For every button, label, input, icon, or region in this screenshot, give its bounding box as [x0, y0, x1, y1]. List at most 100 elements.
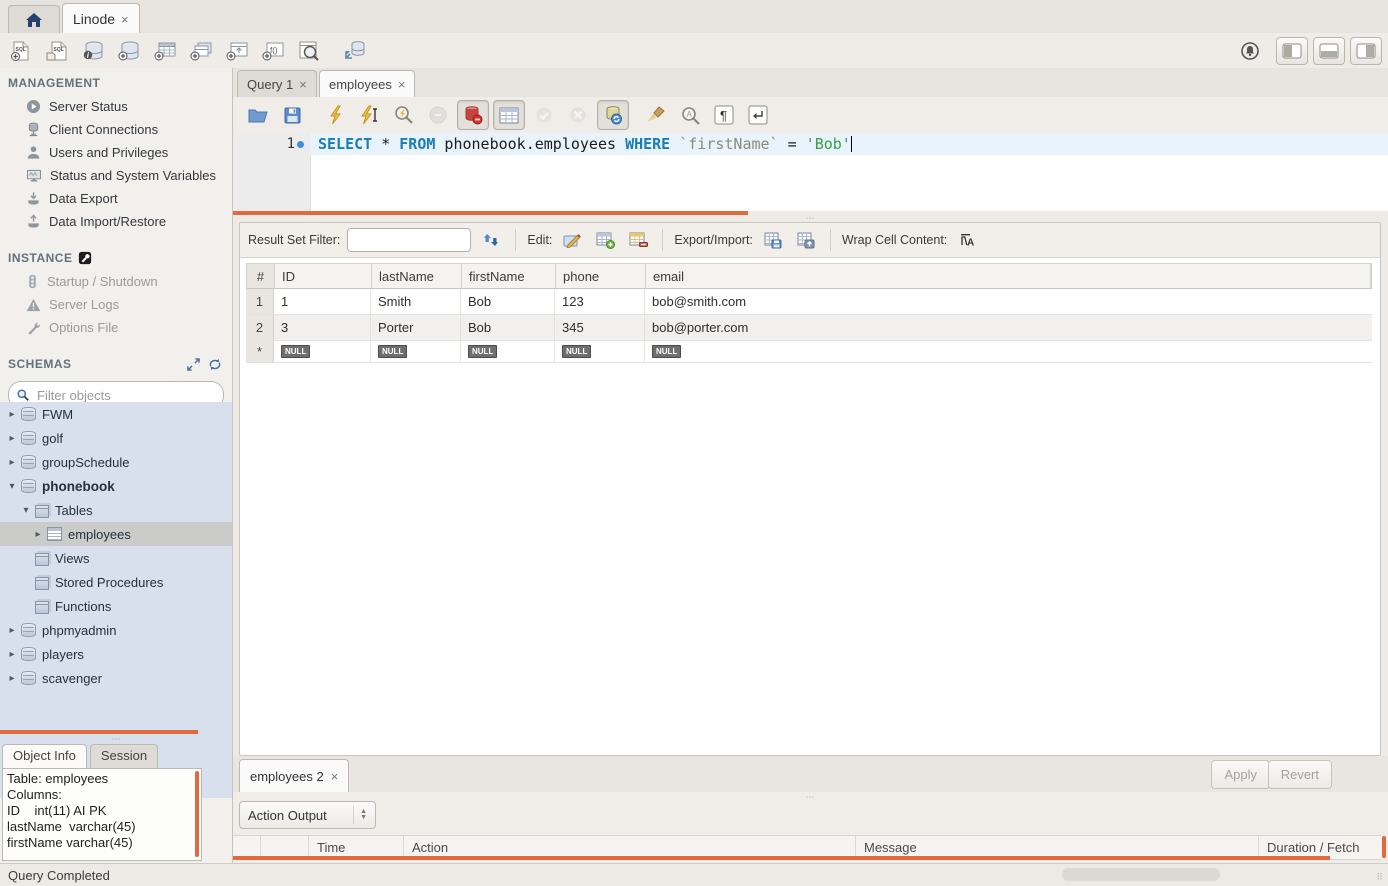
object-info-scrollbar[interactable] [195, 771, 199, 857]
chevron-right-icon[interactable]: ▸ [6, 457, 18, 468]
tab-employees-2[interactable]: employees 2 × [239, 759, 349, 792]
limit-rows-icon[interactable] [493, 100, 525, 130]
column-header[interactable]: lastName [372, 264, 462, 288]
chevron-right-icon[interactable]: ▸ [32, 529, 44, 540]
sidebar-item-data-import[interactable]: Data Import/Restore [0, 210, 232, 233]
tree-item-schema[interactable]: ▸golf [0, 426, 232, 450]
tree-item-tables[interactable]: ▾Tables [0, 498, 232, 522]
find-icon[interactable]: A [675, 101, 705, 129]
tree-item-schema[interactable]: ▸FWM [0, 402, 232, 426]
create-view-icon[interactable] [186, 37, 216, 65]
tree-item-schema[interactable]: ▸groupSchedule [0, 450, 232, 474]
execute-icon[interactable] [321, 101, 351, 129]
column-header[interactable]: email [646, 264, 1371, 288]
tree-item-table-employees[interactable]: ▸employees [0, 522, 232, 546]
tree-item-stored-procedures[interactable]: Stored Procedures [0, 570, 232, 594]
chevron-down-icon[interactable]: ▾ [20, 505, 32, 516]
toggle-stop-on-error-icon[interactable] [457, 100, 489, 130]
table-row[interactable]: 2 3 Porter Bob 345 bob@porter.com [246, 315, 1372, 341]
result-filter-input[interactable] [347, 228, 471, 252]
chevron-right-icon[interactable]: ▸ [6, 433, 18, 444]
beautify-icon[interactable] [641, 101, 671, 129]
tree-item-schema[interactable]: ▸players [0, 642, 232, 666]
column-header[interactable]: # [247, 264, 275, 288]
refresh-resultset-icon[interactable] [478, 228, 504, 252]
explain-icon[interactable] [389, 101, 419, 129]
sidebar-item-users-privileges[interactable]: Users and Privileges [0, 141, 232, 164]
import-records-icon[interactable] [793, 228, 819, 252]
show-invisibles-icon[interactable]: ¶ [709, 101, 739, 129]
expand-schemas-icon[interactable] [187, 358, 200, 371]
wrap-cell-content-icon[interactable]: A [954, 228, 980, 252]
schema-inspector-icon[interactable]: i [78, 37, 108, 65]
chevron-right-icon[interactable]: ▸ [6, 649, 18, 660]
create-table-icon[interactable] [150, 37, 180, 65]
close-icon[interactable]: × [396, 77, 406, 92]
connection-tab[interactable]: Linode × [62, 3, 140, 34]
close-icon[interactable]: × [329, 769, 339, 784]
tab-employees[interactable]: employees × [319, 70, 415, 98]
edit-record-icon[interactable] [559, 228, 585, 252]
tree-item-schema[interactable]: ▸phpmyadmin [0, 618, 232, 642]
create-function-icon[interactable]: f() [258, 37, 288, 65]
chevron-down-icon[interactable]: ▾ [6, 481, 18, 492]
sidebar-item-startup-shutdown[interactable]: Startup / Shutdown [0, 270, 232, 293]
delete-record-icon[interactable] [625, 228, 651, 252]
toggle-autocommit-icon[interactable] [597, 100, 629, 130]
output-scrollbar[interactable] [1382, 836, 1386, 858]
tab-session[interactable]: Session [90, 744, 158, 769]
tree-item-schema[interactable]: ▸scavenger [0, 666, 232, 690]
horizontal-scrollbar-thumb[interactable] [1062, 868, 1220, 881]
new-row-placeholder[interactable]: * NULL NULL NULL NULL NULL [246, 341, 1372, 363]
home-tab[interactable] [8, 5, 60, 34]
sql-editor[interactable]: 1 SELECT * FROM phonebook.employees WHER… [233, 133, 1388, 211]
toggle-left-sidebar-icon[interactable] [1276, 37, 1308, 65]
sidebar-item-server-status[interactable]: Server Status [0, 95, 232, 118]
sidebar-item-client-connections[interactable]: Client Connections [0, 118, 232, 141]
sidebar-item-data-export[interactable]: Data Export [0, 187, 232, 210]
sql-statement-line[interactable]: SELECT * FROM phonebook.employees WHERE … [310, 133, 1388, 155]
table-row[interactable]: 1 1 Smith Bob 123 bob@smith.com [246, 289, 1372, 315]
sidebar-item-server-logs[interactable]: Server Logs [0, 293, 232, 316]
sidebar-item-options-file[interactable]: Options File [0, 316, 232, 339]
stop-icon[interactable] [423, 101, 453, 129]
tree-item-functions[interactable]: Functions [0, 594, 232, 618]
create-procedure-icon[interactable] [222, 37, 252, 65]
sidebar-item-system-variables[interactable]: Status and System Variables [0, 164, 232, 187]
rollback-icon[interactable] [563, 101, 593, 129]
tree-item-views[interactable]: Views [0, 546, 232, 570]
tab-object-info[interactable]: Object Info [2, 744, 87, 769]
export-recordset-icon[interactable] [760, 228, 786, 252]
tree-item-schema-phonebook[interactable]: ▾phonebook [0, 474, 232, 498]
column-header[interactable]: ID [275, 264, 372, 288]
resize-grip[interactable]: ⠿ [1376, 872, 1384, 883]
close-icon[interactable]: × [119, 12, 129, 27]
toggle-wrap-icon[interactable] [743, 101, 773, 129]
save-script-icon[interactable] [277, 101, 307, 129]
notification-icon[interactable] [1235, 37, 1265, 65]
output-splitter-handle[interactable]: ⋯ [233, 792, 1388, 803]
toggle-right-sidebar-icon[interactable] [1350, 37, 1382, 65]
refresh-schemas-icon[interactable] [208, 358, 222, 371]
close-icon[interactable]: × [297, 77, 307, 92]
apply-button[interactable]: Apply [1211, 760, 1270, 789]
output-selector[interactable]: Action Output ▲▼ [239, 801, 376, 829]
execute-current-icon[interactable] [355, 101, 385, 129]
open-script-icon[interactable] [243, 101, 273, 129]
tab-query-1[interactable]: Query 1 × [237, 70, 317, 98]
column-header[interactable]: phone [556, 264, 646, 288]
chevron-right-icon[interactable]: ▸ [6, 625, 18, 636]
toggle-output-area-icon[interactable] [1313, 37, 1345, 65]
column-header[interactable]: firstName [462, 264, 556, 288]
revert-button[interactable]: Revert [1268, 760, 1332, 789]
reconnect-database-icon[interactable] [340, 37, 370, 65]
search-table-data-icon[interactable] [294, 37, 324, 65]
chevron-right-icon[interactable]: ▸ [6, 409, 18, 420]
add-record-icon[interactable] [592, 228, 618, 252]
schema-filter-input[interactable] [35, 387, 215, 404]
open-sql-script-icon[interactable]: SQL [42, 37, 72, 65]
new-sql-tab-icon[interactable]: SQL [6, 37, 36, 65]
commit-icon[interactable] [529, 101, 559, 129]
create-schema-icon[interactable] [114, 37, 144, 65]
chevron-right-icon[interactable]: ▸ [6, 673, 18, 684]
